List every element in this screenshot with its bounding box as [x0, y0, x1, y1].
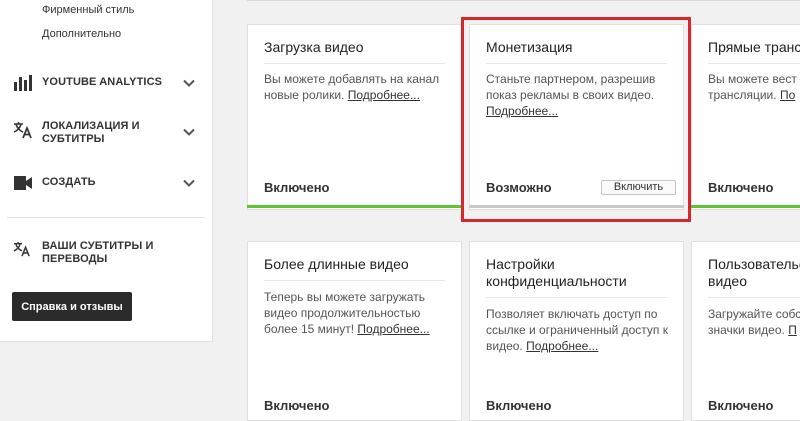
status-label: Включено [264, 398, 330, 413]
chevron-down-icon[interactable] [182, 76, 196, 90]
status-bar-enabled [247, 205, 462, 208]
sidebar-item-analytics[interactable]: YOUTUBE ANALYTICS [0, 72, 212, 94]
card-description: Позволяет включать доступ по ссылке и ог… [486, 307, 669, 353]
sidebar: Фирменный стиль Дополнительно YOUTUBE AN… [0, 0, 213, 342]
sidebar-item-create[interactable]: СОЗДАТЬ [0, 172, 212, 194]
card-title: Настройки конфиденциальности [486, 256, 627, 289]
learn-more-link[interactable]: Подробнее... [348, 88, 420, 102]
chevron-down-icon[interactable] [182, 176, 196, 190]
card-title: Пользовательские видео [708, 256, 800, 289]
feature-card-upload: Загрузка видео Вы можете добавлять на ка… [247, 24, 462, 210]
status-label: Включено [486, 398, 552, 413]
sidebar-divider [7, 217, 205, 218]
learn-more-link[interactable]: Подробнее... [526, 339, 598, 353]
sidebar-item-localization[interactable]: ЛОКАЛИЗАЦИЯ И СУБТИТРЫ [0, 118, 212, 146]
help-feedback-button[interactable]: Справка и отзывы [12, 292, 132, 321]
sidebar-item-your-subtitles[interactable]: ВАШИ СУБТИТРЫ И ПЕРЕВОДЫ [0, 238, 212, 268]
learn-more-link[interactable]: Подробнее... [357, 322, 429, 336]
feature-card-longer-videos: Более длинные видео Теперь вы можете заг… [247, 241, 462, 421]
card-description: Загружайте собс значки видео. П [708, 307, 800, 337]
card-title: Прямые транс [708, 39, 800, 55]
feature-card-live-streaming: Прямые транс Вы можете вест трансляции. … [691, 24, 800, 210]
top-divider [247, 0, 800, 1]
learn-more-link[interactable]: По [780, 88, 795, 102]
chevron-down-icon[interactable] [182, 125, 196, 139]
status-bar-enabled [691, 205, 800, 208]
sidebar-item-label: YOUTUBE ANALYTICS [42, 76, 163, 88]
feature-card-custom-thumbnails: Пользовательские видео Загружайте собс з… [691, 241, 800, 421]
feature-card-monetization: Монетизация Станьте партнером, разрешив … [469, 24, 684, 210]
sidebar-link-branding[interactable]: Фирменный стиль [42, 4, 134, 16]
card-description: Теперь вы можете загружать видео продолж… [264, 290, 430, 336]
sidebar-item-label: ЛОКАЛИЗАЦИЯ И СУБТИТРЫ [42, 120, 140, 145]
translate-icon [13, 241, 30, 257]
card-description: Вы можете вест трансляции. По [708, 72, 797, 102]
sidebar-item-label: ВАШИ СУБТИТРЫ И ПЕРЕВОДЫ [42, 240, 154, 265]
sidebar-link-advanced[interactable]: Дополнительно [42, 28, 121, 40]
card-title: Загрузка видео [264, 39, 364, 55]
card-description: Вы можете добавлять на канал новые ролик… [264, 72, 440, 102]
status-bar-available [469, 205, 684, 208]
translate-icon [13, 122, 32, 139]
status-label: Включено [708, 398, 774, 413]
feature-card-privacy: Настройки конфиденциальности Позволяет в… [469, 241, 684, 421]
learn-more-link[interactable]: Подробнее... [486, 104, 558, 118]
enable-monetization-button[interactable]: Включить [601, 180, 676, 195]
sidebar-item-label: СОЗДАТЬ [42, 176, 96, 188]
status-label: Включено [264, 180, 330, 195]
card-description: Станьте партнером, разрешив показ реклам… [486, 72, 656, 118]
bar-chart-icon [14, 75, 32, 91]
card-title: Монетизация [486, 39, 573, 55]
card-title: Более длинные видео [264, 256, 409, 272]
learn-more-link[interactable]: П [788, 323, 797, 337]
video-camera-icon [14, 176, 32, 190]
status-label: Включено [708, 180, 774, 195]
status-label: Возможно [486, 180, 552, 195]
